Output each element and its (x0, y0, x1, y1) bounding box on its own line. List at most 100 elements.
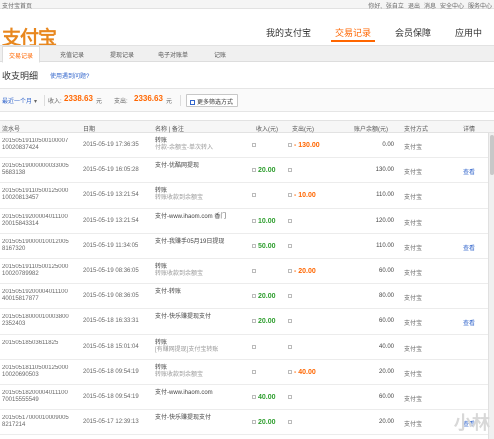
balance-cell: 120.00 (375, 217, 394, 224)
tab-withdraw[interactable]: 提现记录 (110, 50, 134, 59)
table-header: 流水号 日期 名称 | 备注 收入(元) 支出(元) 账户余额(元) 支付方式 … (0, 120, 494, 133)
view-detail-link[interactable]: 查看 (463, 318, 475, 327)
serial-number: 20150519200004011100 20015843314 (2, 213, 68, 227)
top-bar: 支付宝首页 你好, 张自立 退出 消息 安全中心 服务中心 (0, 0, 494, 10)
table-body: 20150519110500100007 10020837424 2015-05-1… (0, 133, 494, 436)
income-checkbox[interactable] (252, 420, 256, 425)
col-detail: 详情 (463, 127, 476, 133)
view-detail-link[interactable]: 查看 (463, 243, 475, 252)
income-checkbox[interactable] (252, 168, 256, 173)
serial-number: 20150518503611825 (2, 339, 59, 346)
expense-checkbox[interactable] (288, 344, 292, 349)
income-cell: 20.00 (258, 419, 276, 427)
date-range-dropdown[interactable]: 最近一个月 ▾ (2, 96, 37, 105)
channel-cell: 支付宝 (404, 321, 423, 328)
income-unit: 元 (96, 99, 103, 105)
col-expense: 支出(元) (292, 127, 314, 133)
balance-cell: 60.00 (378, 393, 394, 400)
channel-cell: 支付宝 (404, 220, 423, 227)
expense-checkbox[interactable] (288, 168, 292, 173)
serial-number: 20150519200004011100 40015817877 (2, 289, 68, 303)
date-cell: 2015-05-18 09:54:19 (83, 368, 139, 375)
expense-amount: 2336.63 (134, 94, 163, 103)
table-row: 20150519000000033005 5683138 2015-05-19 16… (0, 158, 494, 184)
scrollbar-thumb[interactable] (490, 135, 494, 175)
expense-checkbox[interactable] (288, 218, 292, 223)
expense-unit: 元 (166, 99, 173, 105)
tab-statement[interactable]: 电子对账单 (158, 50, 188, 59)
nav-apps[interactable]: 应用中 (443, 26, 494, 39)
name-cell: 支付-快乐赚提现支付 (155, 415, 211, 422)
income-checkbox[interactable] (252, 294, 256, 299)
date-cell: 2015-05-18 16:33:31 (83, 318, 139, 325)
nav-member-protection[interactable]: 会员保障 (383, 26, 443, 39)
help-link[interactable]: 使用遇到问题? (50, 71, 89, 80)
date-cell: 2015-05-19 11:34:05 (83, 242, 139, 249)
serial-number: 20150519000010012005 8167320 (2, 238, 69, 252)
col-balance: 账户余额(元) (354, 127, 388, 133)
income-cell: 10.00 (258, 217, 276, 225)
table-row: 20150519110500125000 10020813457 2015-05-1… (0, 183, 494, 209)
name-cell: 支付-www.ihaom.com 香门 (155, 213, 227, 220)
income-checkbox[interactable] (252, 243, 256, 248)
income-checkbox[interactable] (252, 143, 256, 147)
col-channel: 支付方式 (404, 127, 429, 133)
channel-cell: 支付宝 (404, 371, 423, 378)
main-nav: 我的支付宝 交易记录 会员保障 应用中 (254, 26, 494, 42)
expense-checkbox[interactable] (288, 369, 292, 374)
expense-checkbox[interactable] (288, 420, 292, 425)
nav-transactions[interactable]: 交易记录 (323, 26, 383, 42)
title-bar: 收支明细 使用遇到问题? (0, 63, 494, 87)
divider (180, 95, 181, 106)
filter-bar: 最近一个月 ▾ 收入: 2338.63 元 支出: 2336.63 元 更多筛选方… (0, 88, 494, 112)
expense-checkbox[interactable] (288, 394, 292, 399)
income-checkbox[interactable] (252, 268, 256, 273)
expense-checkbox[interactable] (288, 243, 292, 248)
table-row: 20150518200004011100 70015555549 2015-05-1… (0, 385, 494, 411)
income-checkbox[interactable] (252, 369, 256, 374)
income-cell: 20.00 (258, 167, 276, 175)
tab-recharge[interactable]: 充值记录 (60, 50, 84, 59)
table-row: 20150519110500100007 10020837424 2015-05-1… (0, 133, 494, 159)
channel-cell: 支付宝 (404, 170, 423, 177)
view-detail-link[interactable]: 查看 (463, 167, 475, 176)
expense-checkbox[interactable] (288, 319, 292, 324)
expense-cell: - 40.00 (294, 368, 316, 376)
serial-number: 20150519110500125000 10020813457 (2, 188, 69, 202)
channel-cell: 支付宝 (404, 245, 423, 252)
income-cell: 20.00 (258, 293, 276, 301)
expense-checkbox[interactable] (288, 294, 292, 299)
divider (44, 95, 45, 106)
tab-bookkeeping[interactable]: 记账 (214, 50, 226, 59)
name-cell: 转账 转账收款到余额宝 (155, 188, 204, 202)
income-checkbox[interactable] (252, 218, 256, 223)
chevron-down-icon: ▾ (34, 99, 38, 105)
nav-my-alipay[interactable]: 我的支付宝 (254, 26, 323, 39)
expense-checkbox[interactable] (288, 143, 292, 147)
expense-cell: - 130.00 (294, 142, 320, 149)
date-cell: 2015-05-19 13:21:54 (83, 192, 139, 199)
serial-number: 20150519110500100007 10020837424 (2, 138, 69, 151)
name-cell: 支付-www.ihaom.com (155, 389, 213, 396)
serial-number: 20150519110500125000 10020789982 (2, 263, 69, 277)
scrollbar[interactable] (488, 133, 494, 439)
serial-number: 20150517000010009005 8217214 (2, 415, 69, 429)
table-row: 20150519000010012005 8167320 2015-05-19 11… (0, 234, 494, 259)
tab-transactions[interactable]: 交易记录 (2, 46, 41, 63)
income-checkbox[interactable] (252, 394, 256, 399)
table-row: 20150518503611825 2015-05-18 15:01:04 转账 [有… (0, 335, 494, 360)
expense-checkbox[interactable] (288, 193, 292, 198)
expense-checkbox[interactable] (288, 268, 292, 273)
balance-cell: 40.00 (378, 343, 394, 350)
serial-number: 20150518200004011100 70015555549 (2, 389, 68, 403)
table-row: 20150517000010009005 8217214 2015-05-17 12… (0, 410, 494, 436)
income-cell: 40.00 (258, 393, 276, 401)
sub-nav: 交易记录 充值记录 提现记录 电子对账单 记账 (0, 45, 494, 63)
income-checkbox[interactable] (252, 344, 256, 349)
channel-cell: 支付宝 (404, 422, 423, 429)
more-filters-button[interactable]: 更多筛选方式 (186, 94, 238, 107)
income-checkbox[interactable] (252, 319, 256, 324)
income-cell: 20.00 (258, 318, 276, 326)
income-checkbox[interactable] (252, 193, 256, 198)
date-cell: 2015-05-19 16:05:28 (83, 167, 139, 174)
